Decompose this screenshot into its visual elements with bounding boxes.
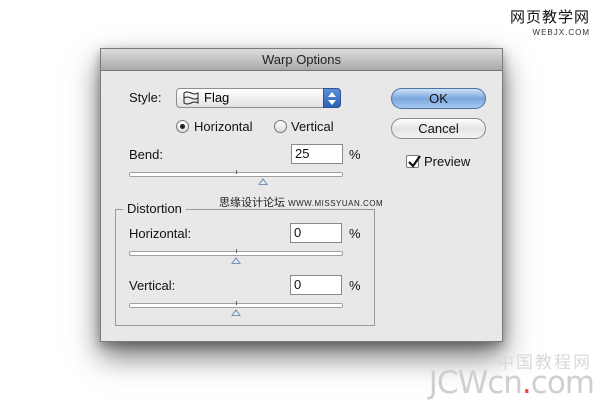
vertical-distortion-input[interactable]: 0 (290, 275, 342, 295)
radio-horizontal-label: Horizontal (194, 119, 253, 134)
style-select[interactable]: Flag (176, 88, 341, 108)
vertical-distortion-slider-thumb[interactable] (231, 309, 241, 316)
bend-label: Bend: (129, 147, 163, 162)
watermark-middle-text: 思缘设计论坛 (219, 197, 285, 209)
radio-vertical[interactable] (274, 120, 287, 133)
preview-label: Preview (424, 154, 471, 169)
dialog-title: Warp Options (101, 49, 502, 71)
watermark-logo-dot: . (521, 365, 532, 401)
horizontal-distortion-input[interactable]: 0 (290, 223, 342, 243)
flag-warp-icon (183, 91, 199, 105)
cancel-button[interactable]: Cancel (391, 118, 486, 139)
horizontal-distortion-label: Horizontal: (129, 226, 192, 241)
watermark-top: 网页教学网 WEBJX.COM (510, 6, 590, 37)
radio-horizontal[interactable] (176, 120, 189, 133)
watermark-bottom: 中国教程网 JCWcn.com (408, 348, 596, 401)
vertical-distortion-center-tick (236, 301, 237, 305)
vertical-distortion-label: Vertical: (129, 278, 176, 293)
bend-slider-thumb[interactable] (258, 178, 268, 185)
horizontal-distortion-slider-thumb[interactable] (231, 257, 241, 264)
bend-slider-center-tick (236, 170, 237, 174)
radio-vertical-label: Vertical (291, 119, 334, 134)
watermark-middle-url: WWW.MISSYUAN.COM (288, 199, 384, 208)
watermark-logo-suffix: com (530, 365, 595, 401)
bend-unit: % (349, 147, 361, 162)
style-label: Style: (129, 90, 162, 105)
ok-button[interactable]: OK (391, 88, 486, 109)
horizontal-distortion-unit: % (349, 226, 361, 241)
watermark-bottom-logo: JCWcn.com (428, 365, 595, 401)
style-select-value: Flag (204, 90, 230, 105)
watermark-logo-prefix: JCWcn (428, 365, 523, 401)
watermark-middle: 思缘设计论坛 WWW.MISSYUAN.COM (219, 194, 383, 210)
checkmark-icon (408, 155, 421, 168)
distortion-title: Distortion (123, 201, 186, 216)
horizontal-distortion-center-tick (236, 249, 237, 253)
bend-input[interactable]: 25 (291, 144, 343, 164)
vertical-distortion-unit: % (349, 278, 361, 293)
preview-checkbox[interactable] (406, 155, 421, 168)
watermark-top-url: WEBJX.COM (532, 28, 590, 37)
select-arrows-icon (323, 88, 341, 108)
watermark-top-text: 网页教学网 (509, 9, 590, 26)
